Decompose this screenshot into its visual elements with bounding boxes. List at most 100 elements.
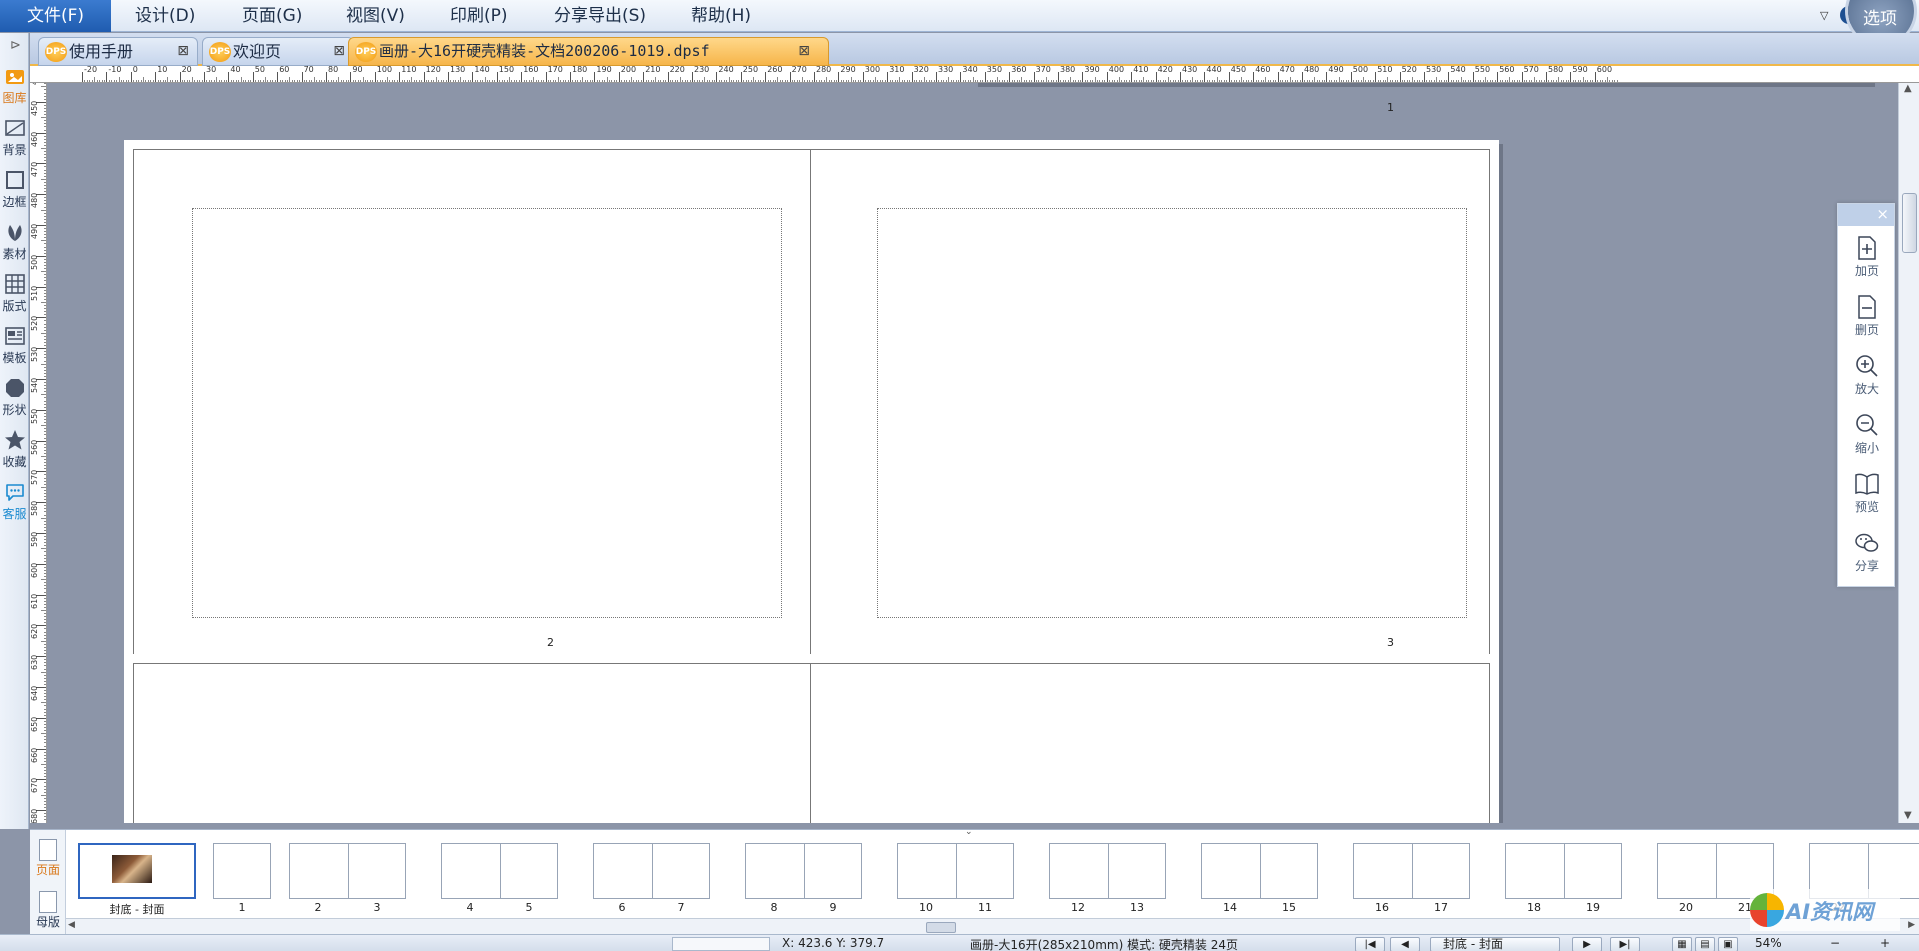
prev-page-button[interactable]: ◀ <box>1390 937 1420 951</box>
tool-background[interactable]: 背景 <box>0 113 29 165</box>
master-button[interactable]: 母版 <box>32 888 64 930</box>
ruler-tick <box>692 72 693 82</box>
first-page-button[interactable]: |◀ <box>1355 937 1385 951</box>
thumb-spread[interactable] <box>1505 843 1622 899</box>
ruler-tick <box>765 72 767 82</box>
ruler-tick-label: -20 <box>84 66 98 74</box>
watermark-text: AI资讯网 <box>1786 900 1874 924</box>
thumb-cover[interactable] <box>78 843 196 899</box>
ruler-tick-label: 180 <box>572 66 588 74</box>
ruler-tick-label: 580 <box>30 500 39 517</box>
ruler-tick <box>1302 72 1303 82</box>
ribbon-toggle-icon[interactable]: ▽ <box>1820 9 1828 22</box>
horizontal-scrollbar[interactable]: ◀ ▶ <box>66 918 1919 935</box>
ruler-tick-label: 370 <box>1035 66 1051 74</box>
view-normal-icon[interactable]: ▦ <box>1672 937 1692 951</box>
zoom-in-button[interactable]: 放大 <box>1838 350 1896 406</box>
tool-gallery[interactable]: 图库 <box>0 61 29 113</box>
zoom-level: 54% <box>1755 936 1782 950</box>
collapse-strip-icon[interactable]: ⌄ <box>965 827 973 837</box>
tool-material[interactable]: 素材 <box>0 217 29 269</box>
thumb-page[interactable] <box>213 843 271 899</box>
menu-print[interactable]: 印刷(P) <box>450 0 508 32</box>
tool-label: 形状 <box>2 403 27 417</box>
share-button[interactable]: 分享 <box>1838 527 1896 583</box>
tab-welcome[interactable]: DPS 欢迎页 ⊠ <box>202 37 354 66</box>
ruler-tick <box>984 72 986 82</box>
collapse-panel-icon[interactable]: ⊳ <box>10 38 21 53</box>
ruler-tick <box>1277 72 1279 82</box>
add-page-button[interactable]: 加页 <box>1838 232 1896 288</box>
ruler-tick-label: 570 <box>1523 66 1539 74</box>
options-label[interactable]: 选项 <box>1863 4 1897 29</box>
thumb-spread[interactable] <box>745 843 862 899</box>
next-page-button[interactable]: ▶ <box>1572 937 1602 951</box>
ruler-tick-label: 330 <box>938 66 954 74</box>
menu-design[interactable]: 设计(D) <box>135 0 195 32</box>
menu-share-export[interactable]: 分享导出(S) <box>554 0 646 32</box>
tool-border[interactable]: 边框 <box>0 165 29 217</box>
ruler-tick-label: 0 <box>132 66 138 74</box>
close-icon[interactable]: ⊠ <box>333 38 345 65</box>
pages-button[interactable]: 页面 <box>32 836 64 878</box>
ruler-tick-label: 80 <box>328 66 339 74</box>
vertical-scrollbar[interactable]: ▲ ▼ <box>1898 83 1919 823</box>
ruler-tick-label: 110 <box>401 66 417 74</box>
thumb-spread[interactable] <box>441 843 558 899</box>
menu-file[interactable]: 文件(F) <box>0 0 111 32</box>
button-label: 加页 <box>1854 264 1879 278</box>
scroll-up-icon[interactable]: ▲ <box>1904 83 1912 94</box>
scroll-right-icon[interactable]: ▶ <box>1908 920 1915 930</box>
tool-layout[interactable]: 版式 <box>0 269 29 321</box>
view-fit-icon[interactable]: ▣ <box>1718 937 1738 951</box>
ruler-tick-label: 320 <box>913 66 929 74</box>
thumb-spread[interactable] <box>897 843 1014 899</box>
tool-customer-service[interactable]: 客服 <box>0 477 29 529</box>
design-canvas[interactable]: 1 2 3 <box>47 83 1898 823</box>
thumb-spread[interactable] <box>1049 843 1166 899</box>
menu-page[interactable]: 页面(G) <box>242 0 302 32</box>
scroll-left-icon[interactable]: ◀ <box>68 920 75 930</box>
menu-help[interactable]: 帮助(H) <box>691 0 751 32</box>
preview-button[interactable]: 预览 <box>1838 468 1896 524</box>
button-label: 页面 <box>35 863 60 877</box>
scroll-thumb[interactable] <box>926 922 956 933</box>
thumb-spread[interactable] <box>593 843 710 899</box>
scroll-down-icon[interactable]: ▼ <box>1904 810 1912 821</box>
last-page-button[interactable]: ▶| <box>1610 937 1640 951</box>
zoom-out-button[interactable]: 缩小 <box>1838 409 1896 465</box>
page-spread-4-5[interactable] <box>124 654 1499 823</box>
close-icon[interactable]: ⊠ <box>177 38 189 65</box>
menu-view[interactable]: 视图(V) <box>346 0 405 32</box>
ruler-tick <box>301 72 303 82</box>
button-label: 母版 <box>35 915 60 929</box>
zoom-in-small-icon[interactable]: + <box>1880 936 1890 950</box>
close-icon[interactable]: × <box>1876 205 1889 223</box>
thumb-spread[interactable] <box>289 843 406 899</box>
scroll-thumb[interactable] <box>1902 193 1917 253</box>
thumb-label: 10 <box>919 901 933 914</box>
tool-template[interactable]: 模板 <box>0 321 29 373</box>
page-select[interactable]: 封底 - 封面 <box>1430 937 1560 951</box>
ruler-tick-label: 460 <box>30 131 39 147</box>
tool-shape[interactable]: 形状 <box>0 373 29 425</box>
delete-page-button[interactable]: 删页 <box>1838 291 1896 347</box>
ruler-tick-label: 500 <box>1352 66 1369 74</box>
ruler-tick-label: 280 <box>816 66 832 74</box>
thumb-spread[interactable] <box>1353 843 1470 899</box>
tab-manual[interactable]: DPS 使用手册 ⊠ <box>38 37 198 66</box>
zoom-out-small-icon[interactable]: − <box>1830 936 1840 950</box>
ruler-tick-label: 250 <box>742 66 759 74</box>
tab-label: 欢迎页 <box>233 42 282 61</box>
ruler-tick-label: 490 <box>30 223 39 239</box>
close-icon[interactable]: ⊠ <box>798 38 810 65</box>
ruler-tick <box>204 72 205 82</box>
tool-favorites[interactable]: 收藏 <box>0 425 29 477</box>
view-spread-icon[interactable]: ▤ <box>1695 937 1715 951</box>
thumb-label: 1 <box>238 901 246 914</box>
ruler-tick <box>252 72 254 82</box>
tool-label: 客服 <box>2 507 27 521</box>
watermark-logo-icon <box>1750 893 1784 927</box>
tab-document[interactable]: DPS 画册-大16开硬壳精装-文档200206-1019.dpsf ⊠ <box>348 37 829 66</box>
thumb-spread[interactable] <box>1201 843 1318 899</box>
